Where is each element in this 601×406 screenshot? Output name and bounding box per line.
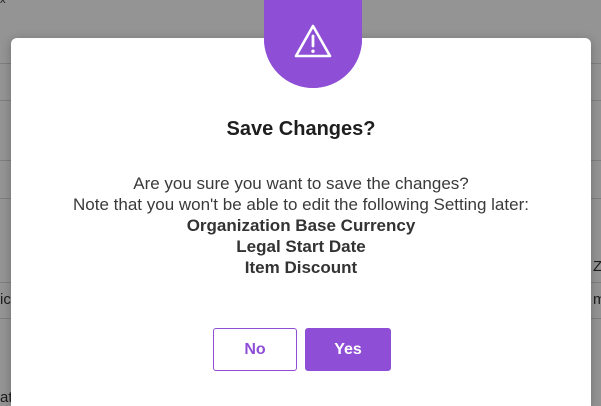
locked-setting-item: Item Discount <box>244 258 358 277</box>
no-button[interactable]: No <box>213 328 297 371</box>
save-changes-dialog: Save Changes? Are you sure you want to s… <box>11 0 591 406</box>
yes-button[interactable]: Yes <box>305 328 391 371</box>
locked-setting-item: Organization Base Currency <box>186 216 416 235</box>
warning-triangle-icon <box>293 24 333 64</box>
dialog-message: Are you sure you want to save the change… <box>11 173 591 278</box>
message-line: Are you sure you want to save the change… <box>133 174 469 193</box>
message-line: Note that you won't be able to edit the … <box>73 195 529 214</box>
locked-setting-item: Legal Start Date <box>236 237 366 256</box>
warning-badge <box>264 0 362 88</box>
dialog-title: Save Changes? <box>226 118 376 140</box>
